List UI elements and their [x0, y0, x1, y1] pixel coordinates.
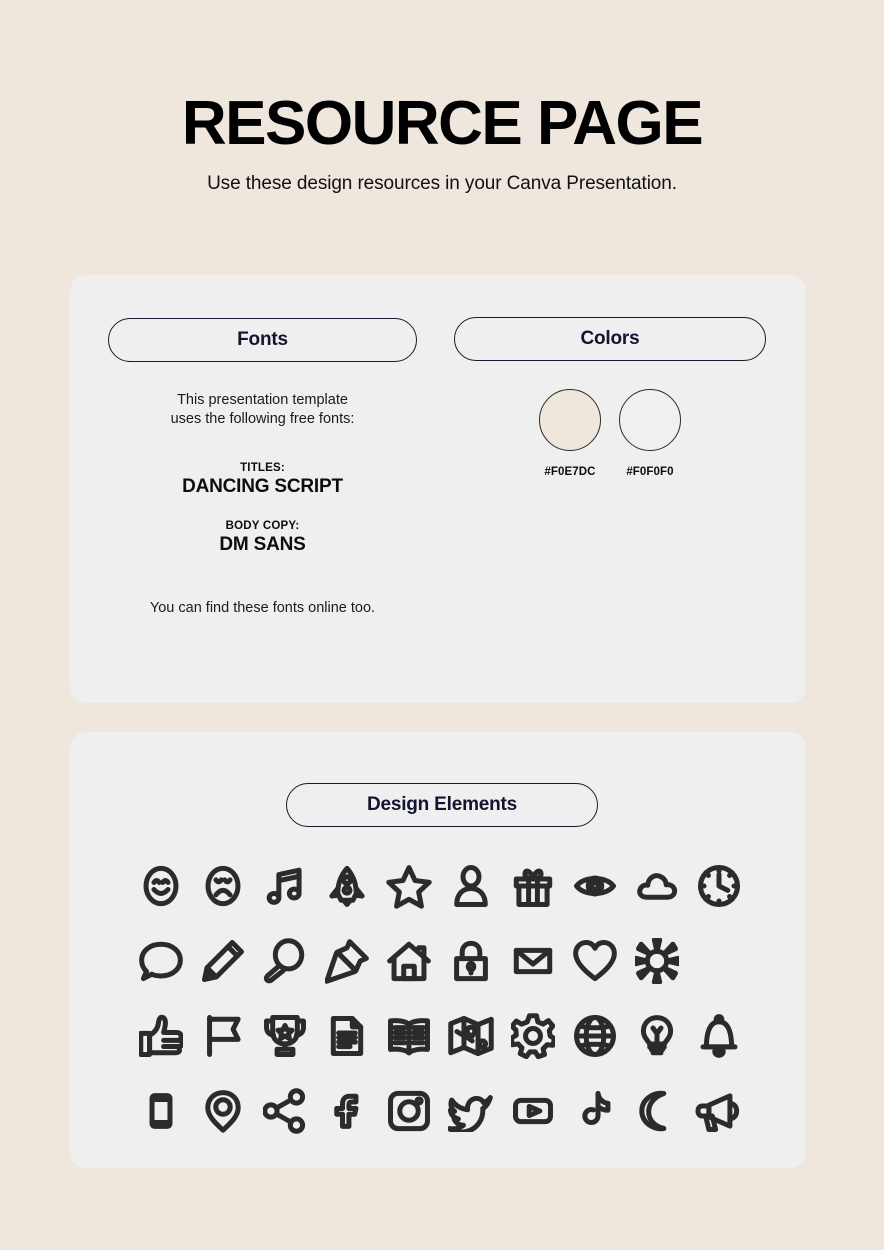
instagram-icon[interactable] [378, 1083, 440, 1139]
document-icon[interactable] [316, 1008, 378, 1064]
heart-icon[interactable] [564, 933, 626, 989]
facebook-icon[interactable] [316, 1083, 378, 1139]
bell-icon[interactable] [688, 1008, 750, 1064]
colors-heading-label: Colors [580, 328, 640, 349]
gear-icon[interactable] [502, 1008, 564, 1064]
sun-icon[interactable] [626, 933, 688, 989]
design-elements-heading-pill[interactable]: Design Elements [286, 783, 598, 827]
icon-row [130, 848, 750, 923]
speech-bubble-icon[interactable] [130, 933, 192, 989]
rocket-icon[interactable] [316, 858, 378, 914]
color-swatch-list: #F0E7DC #F0F0F0 [454, 389, 766, 478]
location-pin-icon[interactable] [192, 1083, 254, 1139]
share-icon[interactable] [254, 1083, 316, 1139]
icon-row [130, 998, 750, 1073]
font-group-titles: TITLES: DANCING SCRIPT [108, 461, 417, 498]
eye-icon[interactable] [564, 858, 626, 914]
clock-icon[interactable] [688, 858, 750, 914]
house-icon[interactable] [378, 933, 440, 989]
lightbulb-icon[interactable] [626, 1008, 688, 1064]
font-group-body-copy: BODY COPY: DM SANS [108, 519, 417, 556]
design-elements-heading-label: Design Elements [366, 794, 518, 815]
map-icon[interactable] [440, 1008, 502, 1064]
fonts-footnote-text: You can find these fonts online too. [149, 600, 376, 616]
color-swatch-circle [539, 389, 601, 451]
design-elements-icon-grid [130, 848, 750, 1148]
tiktok-icon[interactable] [564, 1083, 626, 1139]
color-swatch-label: #F0E7DC [544, 466, 596, 478]
fonts-intro-text: This presentation template uses the follo… [170, 392, 355, 427]
font-group-body-name: DM SANS [219, 534, 306, 555]
twitter-icon[interactable] [440, 1083, 502, 1139]
envelope-icon[interactable] [502, 933, 564, 989]
sad-face-icon[interactable] [192, 858, 254, 914]
color-swatch[interactable]: #F0F0F0 [619, 389, 681, 478]
font-group-titles-label: TITLES: [240, 462, 285, 474]
icon-row [130, 923, 750, 998]
phone-icon[interactable] [130, 1083, 192, 1139]
resource-page: RESOURCE PAGE Use these design resources… [0, 0, 884, 1250]
page-title: RESOURCE PAGE [181, 89, 704, 158]
globe-icon[interactable] [564, 1008, 626, 1064]
font-group-titles-name: DANCING SCRIPT [182, 476, 343, 497]
font-group-body-label: BODY COPY: [225, 520, 300, 532]
color-swatch[interactable]: #F0E7DC [539, 389, 601, 478]
thumbs-up-icon[interactable] [130, 1008, 192, 1064]
music-note-icon[interactable] [254, 858, 316, 914]
book-icon[interactable] [378, 1008, 440, 1064]
youtube-icon[interactable] [502, 1083, 564, 1139]
color-swatch-circle [619, 389, 681, 451]
moon-icon[interactable] [626, 1083, 688, 1139]
magnifying-glass-icon[interactable] [254, 933, 316, 989]
color-swatch-label: #F0F0F0 [626, 466, 674, 478]
smiley-face-icon[interactable] [130, 858, 192, 914]
gift-icon[interactable] [502, 858, 564, 914]
pushpin-icon[interactable] [316, 933, 378, 989]
icon-row [130, 1073, 750, 1148]
trophy-icon[interactable] [254, 1008, 316, 1064]
lock-icon[interactable] [440, 933, 502, 989]
fonts-heading-label: Fonts [237, 329, 288, 350]
pencil-icon[interactable] [192, 933, 254, 989]
star-icon[interactable] [378, 858, 440, 914]
person-icon[interactable] [440, 858, 502, 914]
cloud-icon[interactable] [626, 858, 688, 914]
flag-icon[interactable] [192, 1008, 254, 1064]
colors-heading-pill[interactable]: Colors [454, 317, 766, 361]
megaphone-icon[interactable] [688, 1083, 750, 1139]
page-subtitle: Use these design resources in your Canva… [207, 173, 677, 194]
fonts-heading-pill[interactable]: Fonts [108, 318, 417, 362]
